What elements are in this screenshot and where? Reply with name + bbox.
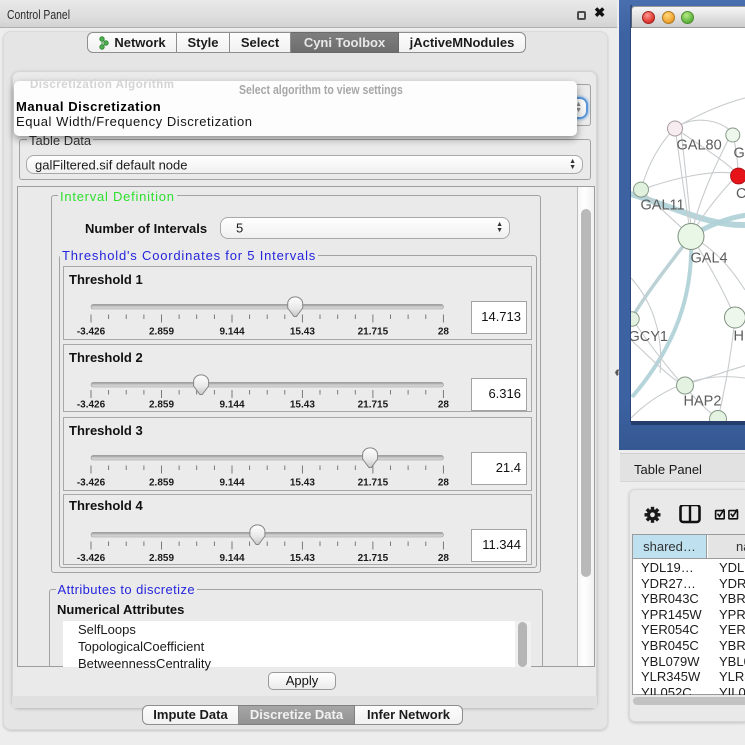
svg-text:GAL11: GAL11 bbox=[641, 198, 685, 214]
svg-text:GAL80: GAL80 bbox=[677, 138, 722, 154]
svg-text:C: C bbox=[736, 186, 745, 202]
svg-text:HAP2: HAP2 bbox=[684, 394, 722, 410]
svg-text:G: G bbox=[734, 146, 745, 162]
svg-text:GAL4: GAL4 bbox=[691, 251, 728, 267]
svg-text:GCY1: GCY1 bbox=[631, 329, 668, 345]
svg-text:H: H bbox=[734, 329, 744, 345]
